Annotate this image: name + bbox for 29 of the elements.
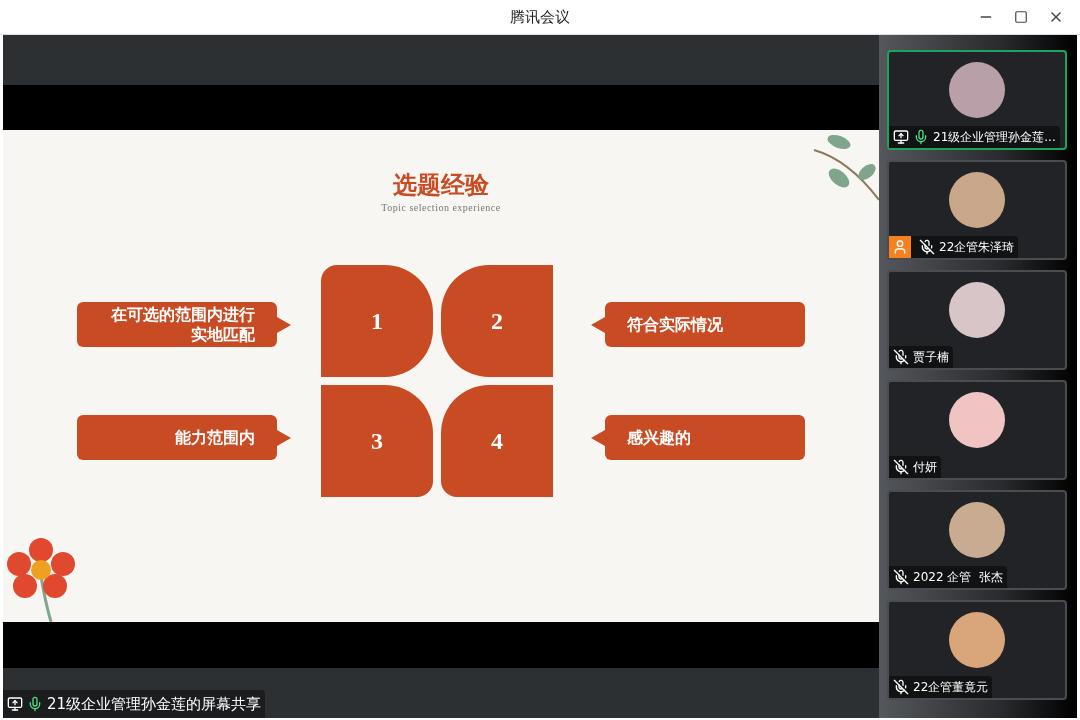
participant-name: 21级企业管理孙金莲... (933, 129, 1056, 146)
participant-name: 付妍 (913, 459, 937, 476)
participant-tile[interactable]: 22企管董竟元 (887, 600, 1067, 700)
slide-title: 选题经验 (393, 170, 489, 200)
number-petal: 3 (321, 385, 433, 497)
number-petal: 1 (321, 265, 433, 377)
callout-pointer (277, 316, 291, 333)
participant-tile[interactable]: 付妍 (887, 380, 1067, 480)
callout-pointer (591, 316, 605, 333)
participant-tile[interactable]: 贾子楠 (887, 270, 1067, 370)
participant-name: 贾子楠 (913, 349, 949, 366)
callout-pointer (277, 429, 291, 446)
maximize-icon[interactable] (1014, 10, 1028, 24)
number-petal: 4 (441, 385, 553, 497)
participant-tile[interactable]: 21级企业管理孙金莲... (887, 50, 1067, 150)
participant-tile[interactable]: 2022 企管 张杰 (887, 490, 1067, 590)
callout-box: 能力范围内 (77, 415, 277, 460)
callout-box: 在可选的范围内进行实地匹配 (77, 302, 277, 347)
participant-name: 22企管董竟元 (913, 679, 989, 696)
callout-pointer (591, 429, 605, 446)
callout-box: 感兴趣的 (605, 415, 805, 460)
callout-box: 符合实际情况 (605, 302, 805, 347)
participant-name: 22企管朱泽琦 (939, 239, 1015, 256)
participant-name: 2022 企管 张杰 (913, 569, 1003, 586)
window-title: 腾讯会议 (510, 6, 570, 28)
share-label-text: 21级企业管理孙金莲的屏幕共享 (47, 693, 262, 715)
number-petal: 2 (441, 265, 553, 377)
slide-subtitle: Topic selection experience (381, 201, 501, 215)
participant-tile[interactable]: 22企管朱泽琦 (887, 160, 1067, 260)
